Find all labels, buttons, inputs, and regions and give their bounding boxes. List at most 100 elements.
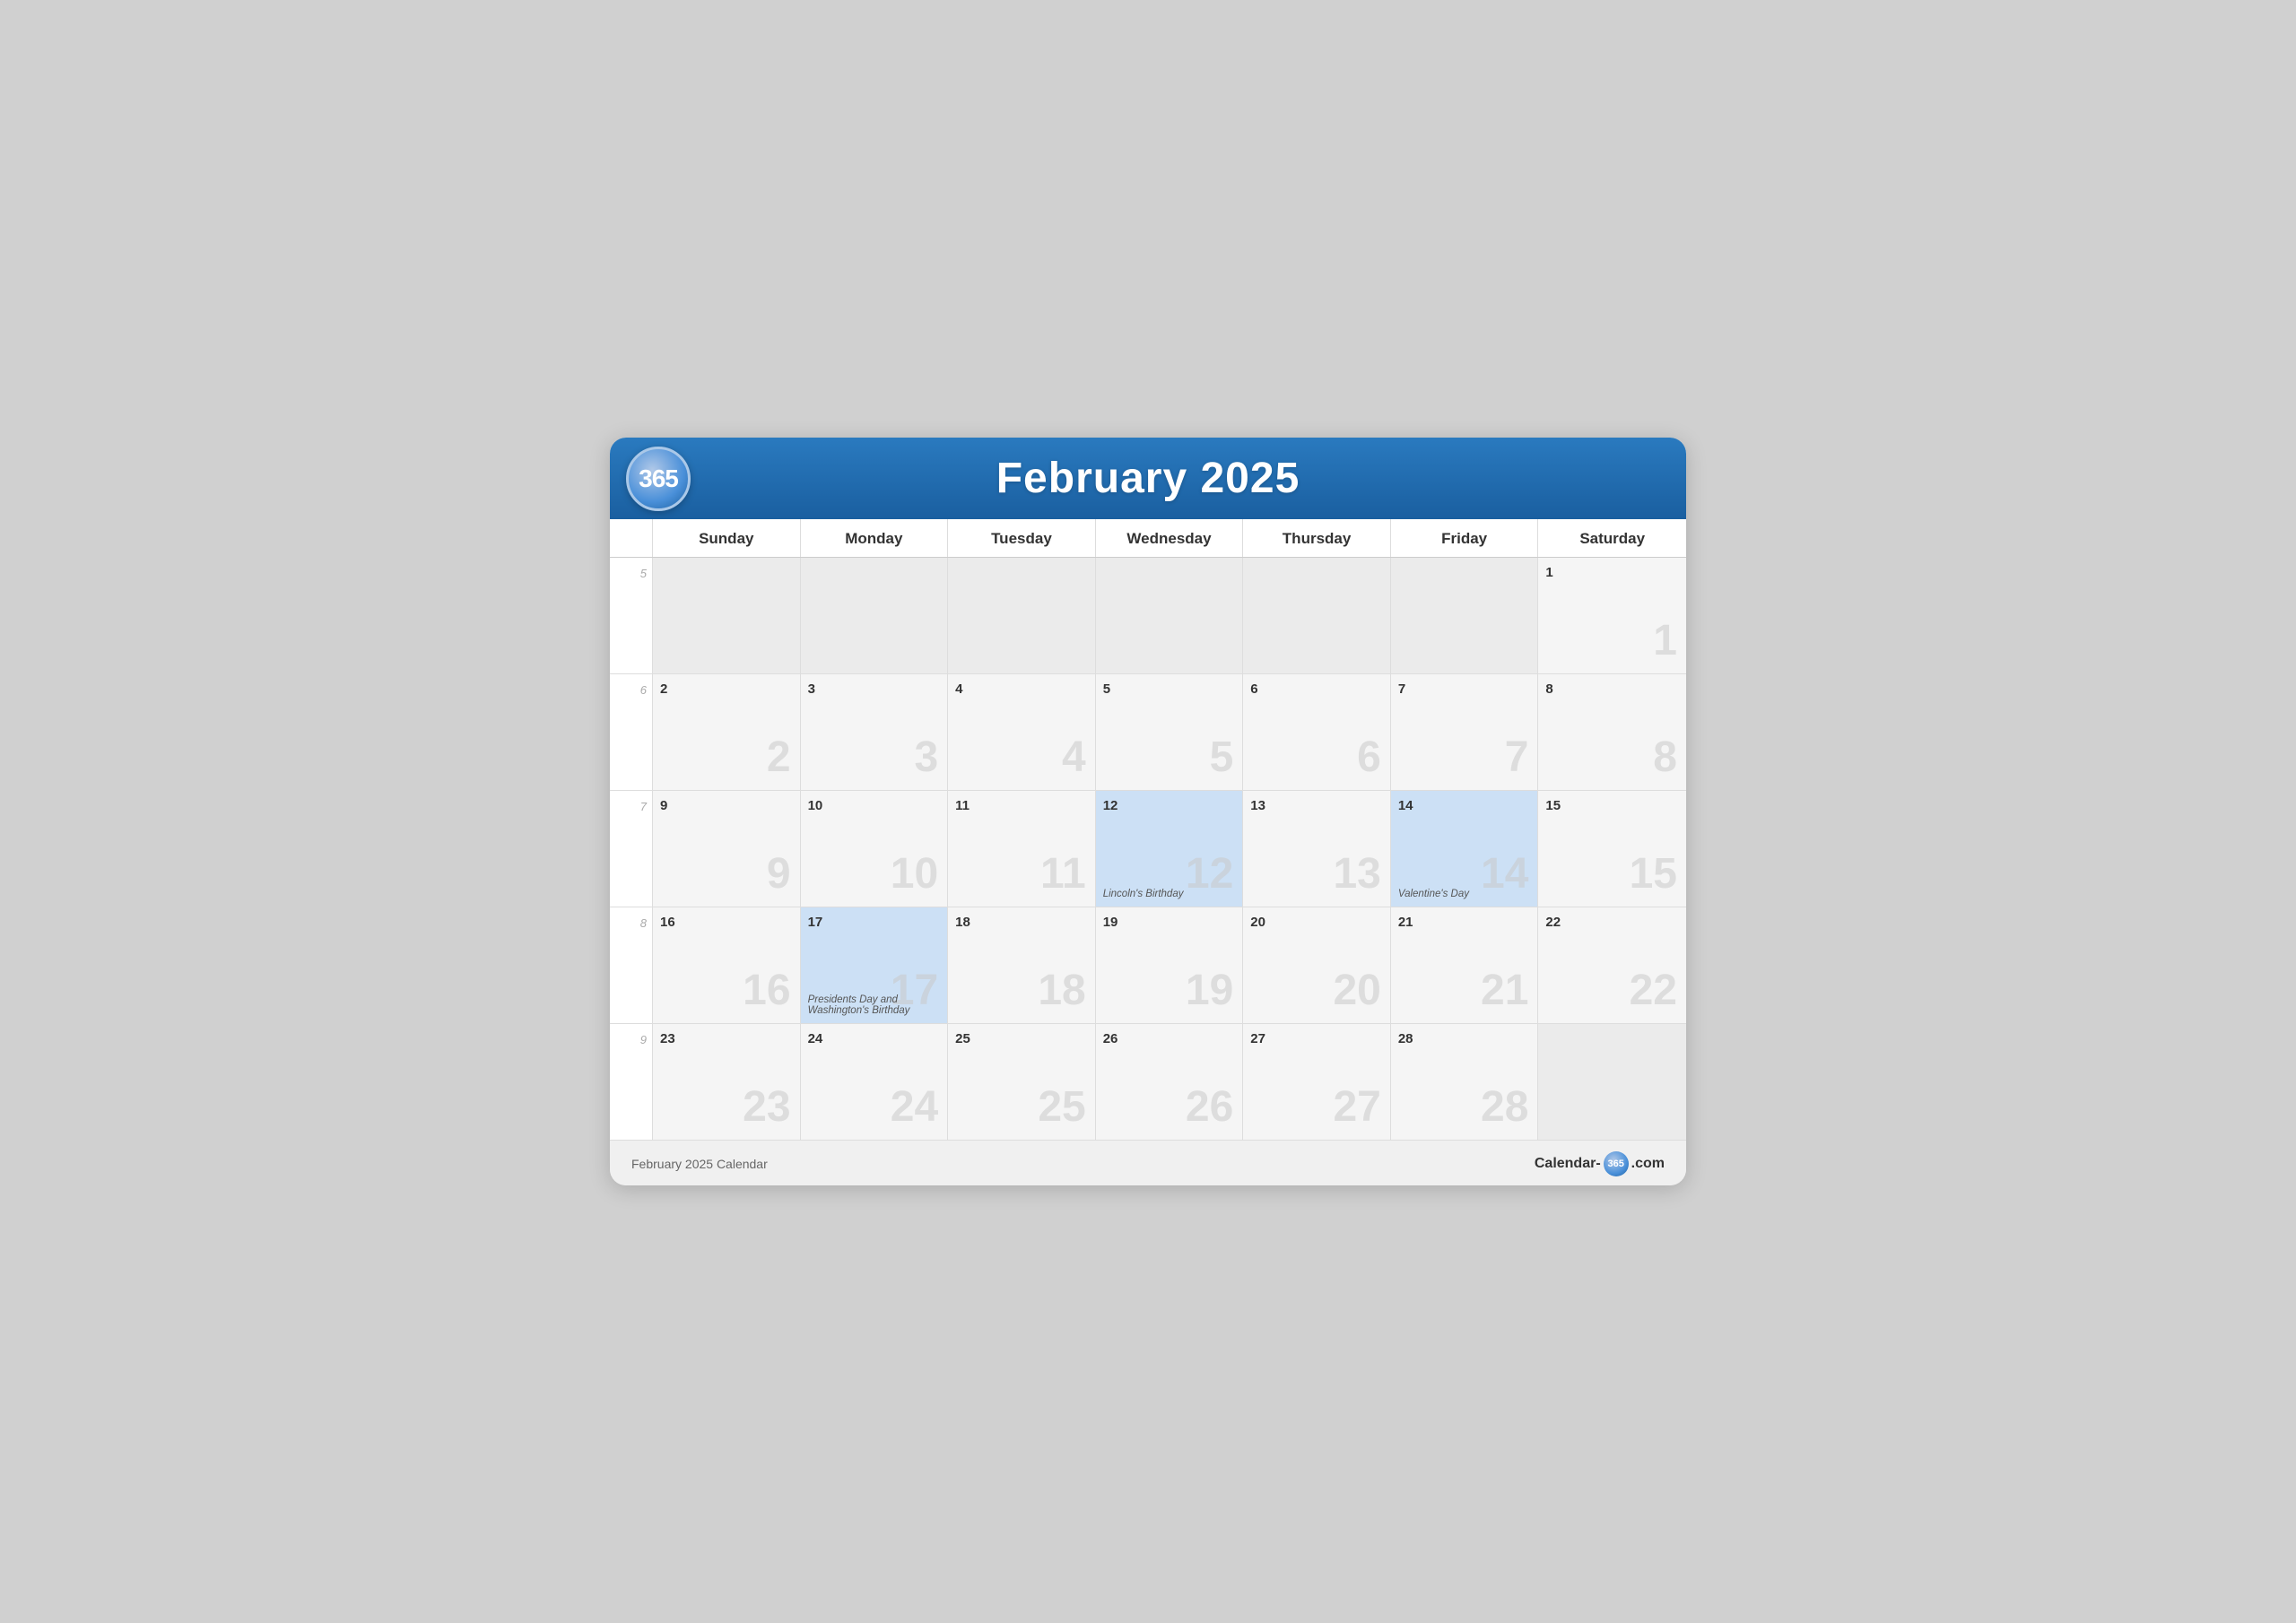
calendar-cell: 26 26	[1096, 1024, 1244, 1141]
cell-watermark: 15	[1630, 853, 1677, 896]
cell-watermark: 25	[1038, 1086, 1085, 1129]
cell-watermark: 3	[914, 736, 938, 779]
cell-watermark: 19	[1186, 969, 1233, 1012]
cell-date-number: 10	[808, 798, 941, 813]
calendar-container: 365 February 2025 SundayMondayTuesdayWed…	[610, 438, 1686, 1185]
cell-event: Lincoln's Birthday	[1103, 889, 1236, 899]
cell-date-number: 1	[1545, 565, 1679, 580]
cell-watermark: 26	[1186, 1086, 1233, 1129]
cell-watermark: 4	[1062, 736, 1086, 779]
footer-brand-prefix: Calendar-	[1535, 1156, 1601, 1172]
week-number: 8	[610, 907, 653, 1024]
cell-date-number: 3	[808, 681, 941, 697]
calendar-cell	[653, 558, 801, 674]
cell-watermark: 22	[1630, 969, 1677, 1012]
week-number: 6	[610, 674, 653, 791]
cell-watermark: 5	[1210, 736, 1234, 779]
calendar-title: February 2025	[996, 454, 1300, 503]
cell-watermark: 7	[1505, 736, 1529, 779]
cell-watermark: 6	[1357, 736, 1381, 779]
calendar-cell: 77	[1391, 674, 1539, 791]
cell-date-number: 11	[955, 798, 1088, 813]
calendar-cell: 1414Valentine's Day	[1391, 791, 1539, 907]
cell-event: Valentine's Day	[1398, 889, 1531, 899]
cell-watermark: 18	[1038, 969, 1085, 1012]
calendar-cell: 2525	[948, 1024, 1096, 1141]
calendar-cell: 2727	[1243, 1024, 1391, 1141]
cell-watermark: 11	[1040, 853, 1086, 896]
cell-date-number: 26	[1103, 1031, 1236, 1046]
cell-date-number: 14	[1398, 798, 1531, 813]
calendar-cell: 1919	[1096, 907, 1244, 1024]
cell-date-number: 2	[660, 681, 793, 697]
calendar-cell: 99	[653, 791, 801, 907]
calendar-grid: 511622334455667788799101011111212Lincoln…	[610, 558, 1686, 1141]
cell-watermark: 16	[743, 969, 790, 1012]
day-headers-row: SundayMondayTuesdayWednesdayThursdayFrid…	[610, 519, 1686, 558]
cell-date-number: 22	[1545, 915, 1679, 930]
cell-watermark: 13	[1333, 853, 1380, 896]
calendar-cell: 44	[948, 674, 1096, 791]
logo-badge: 365	[626, 447, 691, 511]
calendar-cell: 13 13	[1243, 791, 1391, 907]
cell-watermark: 20	[1333, 969, 1380, 1012]
calendar-cell: 1212Lincoln's Birthday	[1096, 791, 1244, 907]
footer-brand: Calendar- 365 .com	[1535, 1151, 1665, 1176]
calendar-cell: 2020	[1243, 907, 1391, 1024]
cell-date-number: 6	[1250, 681, 1383, 697]
cell-watermark: 28	[1481, 1086, 1528, 1129]
footer-label: February 2025 Calendar	[631, 1157, 768, 1171]
calendar-cell	[1243, 558, 1391, 674]
cell-date-number: 4	[955, 681, 1088, 697]
calendar-cell	[1096, 558, 1244, 674]
calendar-cell: 1818	[948, 907, 1096, 1024]
calendar-cell: 66	[1243, 674, 1391, 791]
calendar-cell	[1538, 1024, 1686, 1141]
cell-date-number: 13	[1250, 798, 1383, 813]
cell-date-number: 23	[660, 1031, 793, 1046]
cell-watermark: 24	[891, 1086, 938, 1129]
cell-watermark: 1	[1653, 620, 1677, 663]
calendar-cell: 33	[801, 674, 949, 791]
cell-date-number: 20	[1250, 915, 1383, 930]
cell-date-number: 5	[1103, 681, 1236, 697]
cell-date-number: 12	[1103, 798, 1236, 813]
cell-watermark: 23	[743, 1086, 790, 1129]
day-header-sunday: Sunday	[653, 519, 801, 557]
footer-brand-suffix: .com	[1631, 1156, 1665, 1172]
calendar-cell: 22 22	[1538, 907, 1686, 1024]
calendar-cell: 1616	[653, 907, 801, 1024]
day-header-monday: Monday	[801, 519, 949, 557]
cell-watermark: 27	[1333, 1086, 1380, 1129]
calendar-cell: 88	[1538, 674, 1686, 791]
week-number: 5	[610, 558, 653, 674]
calendar-cell: 1717Presidents Day and Washington's Birt…	[801, 907, 949, 1024]
calendar-cell: 2424	[801, 1024, 949, 1141]
cell-event: Presidents Day and Washington's Birthday	[808, 994, 941, 1016]
calendar-cell	[1391, 558, 1539, 674]
cell-date-number: 21	[1398, 915, 1531, 930]
week-number: 7	[610, 791, 653, 907]
calendar-cell: 11	[1538, 558, 1686, 674]
cell-date-number: 7	[1398, 681, 1531, 697]
calendar-cell: 23 23	[653, 1024, 801, 1141]
day-header-friday: Friday	[1391, 519, 1539, 557]
week-num-header-blank	[610, 519, 653, 557]
cell-date-number: 17	[808, 915, 941, 930]
calendar-header: 365 February 2025	[610, 438, 1686, 519]
calendar-cell: 1515	[1538, 791, 1686, 907]
cell-watermark: 9	[767, 853, 791, 896]
cell-date-number: 18	[955, 915, 1088, 930]
calendar-cell: 22	[653, 674, 801, 791]
day-header-tuesday: Tuesday	[948, 519, 1096, 557]
calendar-footer: February 2025 Calendar Calendar- 365 .co…	[610, 1141, 1686, 1185]
calendar-cell: 21 21	[1391, 907, 1539, 1024]
calendar-cell	[801, 558, 949, 674]
cell-date-number: 8	[1545, 681, 1679, 697]
cell-date-number: 19	[1103, 915, 1236, 930]
day-header-saturday: Saturday	[1538, 519, 1686, 557]
calendar-cell	[948, 558, 1096, 674]
footer-brand-badge: 365	[1604, 1151, 1629, 1176]
cell-watermark: 2	[767, 736, 791, 779]
cell-watermark: 21	[1481, 969, 1528, 1012]
